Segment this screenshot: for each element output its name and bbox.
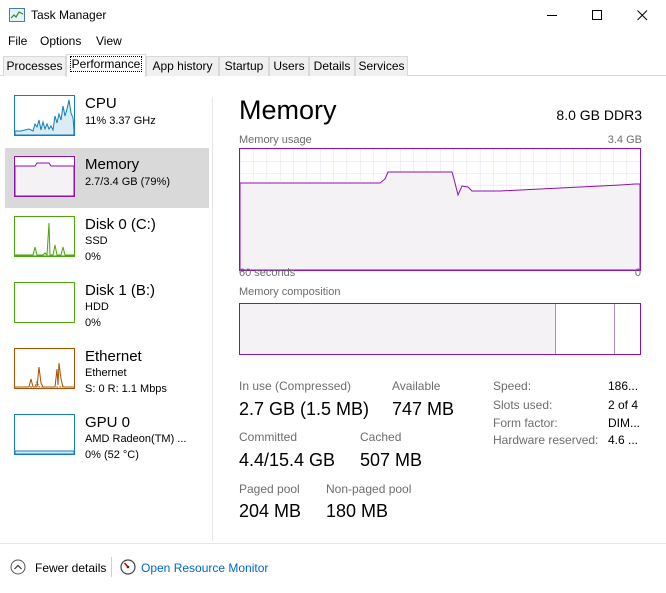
speed-value: 186... xyxy=(608,379,639,393)
memory-spec: 8.0 GB DDR3 xyxy=(556,107,642,123)
slots-used-value: 2 of 4 xyxy=(608,398,639,412)
sidebar-ethernet-throughput: S: 0 R: 1.1 Mbps xyxy=(85,383,167,395)
sidebar-disk-0-usage: 0% xyxy=(85,251,101,263)
tab-app-history[interactable]: App history xyxy=(146,56,219,76)
cached-value: 507 MB xyxy=(360,450,423,470)
sidebar-gpu-0-model: AMD Radeon(TM) ... xyxy=(85,433,187,445)
paged-pool-label: Paged pool xyxy=(239,482,300,496)
sidebar-item-disk-1[interactable]: Disk 1 (B:) HDD 0% xyxy=(5,274,209,334)
sidebar-disk-0-type: SSD xyxy=(85,235,108,247)
sidebar-item-cpu[interactable]: CPU 11% 3.37 GHz xyxy=(5,87,209,147)
hardware-reserved-value: 4.6 ... xyxy=(608,433,639,447)
menu-file[interactable]: File xyxy=(8,34,27,48)
title-bar[interactable]: Task Manager xyxy=(0,0,666,31)
tab-bar: Processes Performance App history Startu… xyxy=(0,54,666,77)
maximize-icon xyxy=(591,10,602,20)
available-label: Available xyxy=(392,379,441,393)
form-factor-value: DIM... xyxy=(608,416,640,430)
gpu-0-thumbnail-graph xyxy=(14,414,75,455)
sidebar-disk-0-title: Disk 0 (C:) xyxy=(85,216,156,233)
sidebar-memory-usage: 2.7/3.4 GB (79%) xyxy=(85,176,170,188)
close-button[interactable] xyxy=(620,0,664,31)
available-value: 747 MB xyxy=(392,399,455,419)
close-icon xyxy=(636,10,647,21)
sidebar-cpu-title: CPU xyxy=(85,95,117,112)
sidebar-disk-1-usage: 0% xyxy=(85,317,101,329)
sidebar-disk-1-title: Disk 1 (B:) xyxy=(85,282,156,299)
composition-standby-divider xyxy=(614,304,615,354)
open-resource-monitor-link[interactable]: Open Resource Monitor xyxy=(141,561,268,575)
page-title: Memory xyxy=(239,95,337,125)
sidebar-item-memory[interactable]: Memory 2.7/3.4 GB (79%) xyxy=(5,148,209,208)
ethernet-thumbnail-graph xyxy=(14,348,75,389)
sidebar-disk-1-type: HDD xyxy=(85,301,109,313)
minimize-button[interactable] xyxy=(530,0,574,31)
in-use-label: In use (Compressed) xyxy=(239,379,352,393)
performance-content: CPU 11% 3.37 GHz Memory 2.7/3.4 GB (79%)… xyxy=(0,77,666,543)
slots-used-label: Slots used: xyxy=(493,398,553,412)
resource-sidebar: CPU 11% 3.37 GHz Memory 2.7/3.4 GB (79%)… xyxy=(0,77,212,543)
window-title: Task Manager xyxy=(31,8,107,22)
cached-label: Cached xyxy=(360,430,402,444)
footer-bar: Fewer details Open Resource Monitor xyxy=(0,543,666,593)
menu-options[interactable]: Options xyxy=(40,34,81,48)
speed-label: Speed: xyxy=(493,379,532,393)
tab-startup[interactable]: Startup xyxy=(219,56,269,76)
tab-services[interactable]: Services xyxy=(355,56,408,76)
sidebar-gpu-0-title: GPU 0 xyxy=(85,414,131,431)
sidebar-divider xyxy=(212,97,213,541)
task-manager-icon xyxy=(9,8,25,22)
graph-time-label: 60 seconds xyxy=(239,267,296,279)
non-paged-pool-label: Non-paged pool xyxy=(326,482,412,496)
menu-view[interactable]: View xyxy=(96,34,122,48)
minimize-icon xyxy=(546,15,557,16)
form-factor-label: Form factor: xyxy=(493,416,558,430)
memory-detail-panel: Memory 8.0 GB DDR3 Memory usage 3.4 GB 6… xyxy=(239,77,642,543)
tab-users[interactable]: Users xyxy=(269,56,309,76)
sidebar-cpu-usage: 11% 3.37 GHz xyxy=(85,115,156,127)
tab-performance[interactable]: Performance xyxy=(66,54,146,77)
sidebar-item-disk-0[interactable]: Disk 0 (C:) SSD 0% xyxy=(5,208,209,268)
resource-monitor-icon xyxy=(120,559,136,575)
maximize-button[interactable] xyxy=(575,0,619,31)
chevron-up-icon[interactable] xyxy=(10,559,26,575)
sidebar-gpu-0-usage: 0% (52 °C) xyxy=(85,449,139,461)
sidebar-ethernet-title: Ethernet xyxy=(85,348,142,365)
fewer-details-link[interactable]: Fewer details xyxy=(35,561,106,575)
disk-1-thumbnail-graph xyxy=(14,282,75,323)
committed-label: Committed xyxy=(239,430,298,444)
memory-thumbnail-graph xyxy=(14,156,75,197)
sidebar-item-gpu-0[interactable]: GPU 0 AMD Radeon(TM) ... 0% (52 °C) xyxy=(5,406,209,466)
disk-0-thumbnail-graph xyxy=(14,216,75,257)
tab-processes[interactable]: Processes xyxy=(3,56,66,76)
tab-details[interactable]: Details xyxy=(309,56,355,76)
paged-pool-value: 204 MB xyxy=(239,501,302,521)
composition-in-use xyxy=(240,304,556,354)
memory-composition-bar xyxy=(239,303,641,355)
sidebar-memory-title: Memory xyxy=(85,156,140,173)
non-paged-pool-value: 180 MB xyxy=(326,501,389,521)
sidebar-item-ethernet[interactable]: Ethernet Ethernet S: 0 R: 1.1 Mbps xyxy=(5,340,209,400)
memory-usage-label: Memory usage xyxy=(239,134,312,146)
in-use-value: 2.7 GB (1.5 MB) xyxy=(239,399,370,419)
hardware-reserved-label: Hardware reserved: xyxy=(493,433,599,447)
cpu-thumbnail-graph xyxy=(14,95,75,136)
memory-usage-max: 3.4 GB xyxy=(607,134,642,146)
committed-value: 4.4/15.4 GB xyxy=(239,450,336,470)
graph-time-end: 0 xyxy=(634,267,641,279)
sidebar-ethernet-type: Ethernet xyxy=(85,367,127,379)
menu-bar: File Options View xyxy=(0,31,666,51)
memory-usage-graph xyxy=(239,148,641,271)
memory-composition-label: Memory composition xyxy=(239,286,341,298)
footer-separator xyxy=(111,557,112,577)
